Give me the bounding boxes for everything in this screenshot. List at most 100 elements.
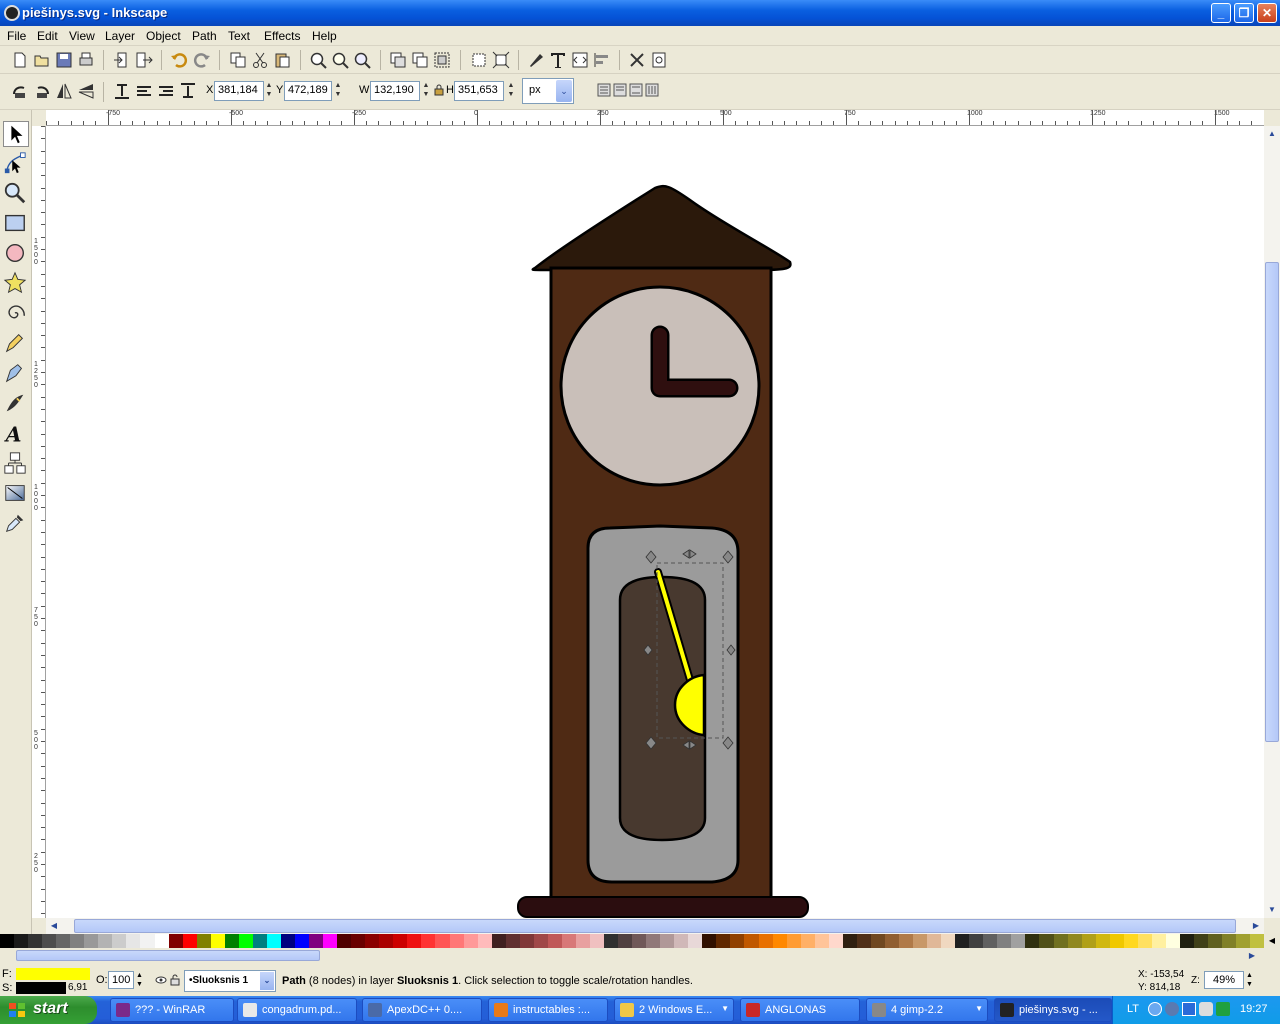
palette-swatch[interactable] bbox=[702, 934, 717, 948]
flip-vertical-icon[interactable] bbox=[77, 82, 95, 100]
palette-swatch[interactable] bbox=[899, 934, 914, 948]
palette-swatch[interactable] bbox=[533, 934, 548, 948]
ungroup-icon[interactable] bbox=[470, 51, 488, 69]
palette-swatch[interactable] bbox=[519, 934, 534, 948]
palette-swatch[interactable] bbox=[955, 934, 970, 948]
palette-swatch[interactable] bbox=[786, 934, 801, 948]
layer-visibility-icon[interactable] bbox=[155, 974, 167, 986]
palette-swatch[interactable] bbox=[393, 934, 408, 948]
menu-path[interactable]: Path bbox=[192, 29, 217, 43]
raise-icon[interactable] bbox=[135, 82, 153, 100]
palette-swatch[interactable] bbox=[1081, 934, 1096, 948]
palette-swatch[interactable] bbox=[604, 934, 619, 948]
palette-swatch[interactable] bbox=[70, 934, 85, 948]
task-pdf[interactable]: congadrum.pd... bbox=[237, 998, 357, 1022]
h-field[interactable]: 351,653 bbox=[454, 81, 504, 101]
preferences-icon[interactable] bbox=[628, 51, 646, 69]
palette-swatch[interactable] bbox=[1039, 934, 1054, 948]
palette-swatch[interactable] bbox=[969, 934, 984, 948]
palette-swatch[interactable] bbox=[42, 934, 57, 948]
zoom-tool[interactable] bbox=[3, 181, 29, 207]
task-winrar[interactable]: ??? - WinRAR bbox=[110, 998, 234, 1022]
palette-swatch[interactable] bbox=[575, 934, 590, 948]
text-font-icon[interactable] bbox=[549, 51, 567, 69]
palette-swatch[interactable] bbox=[674, 934, 689, 948]
palette-swatch[interactable] bbox=[856, 934, 871, 948]
lock-icon[interactable] bbox=[434, 84, 444, 96]
palette-swatch[interactable] bbox=[1123, 934, 1138, 948]
palette-scroll-thumb[interactable] bbox=[16, 950, 320, 961]
xml-editor-icon[interactable] bbox=[571, 51, 589, 69]
palette-swatch[interactable] bbox=[927, 934, 942, 948]
zoom-drawing-icon[interactable] bbox=[331, 51, 349, 69]
palette-swatch[interactable] bbox=[814, 934, 829, 948]
open-icon[interactable] bbox=[33, 51, 51, 69]
palette-swatch[interactable] bbox=[561, 934, 576, 948]
clock-roof[interactable] bbox=[531, 184, 792, 272]
align-icon[interactable] bbox=[593, 51, 611, 69]
rotate-cw-icon[interactable] bbox=[33, 82, 51, 100]
pen-tool[interactable] bbox=[3, 361, 29, 387]
raise-to-top-icon[interactable] bbox=[113, 82, 131, 100]
lower-to-bottom-icon[interactable] bbox=[179, 82, 197, 100]
inkscape-app-icon[interactable] bbox=[4, 5, 20, 21]
text-tool[interactable]: A bbox=[3, 421, 29, 447]
maximize-button[interactable]: ❐ bbox=[1234, 3, 1254, 23]
rectangle-tool[interactable] bbox=[3, 211, 29, 237]
language-indicator[interactable]: LT bbox=[1127, 1003, 1139, 1015]
lower-icon[interactable] bbox=[157, 82, 175, 100]
palette-swatch[interactable] bbox=[1025, 934, 1040, 948]
palette-swatch[interactable] bbox=[351, 934, 366, 948]
palette-swatch[interactable] bbox=[196, 934, 211, 948]
cut-icon[interactable] bbox=[251, 51, 269, 69]
palette-swatch[interactable] bbox=[547, 934, 562, 948]
ellipse-tool[interactable] bbox=[3, 241, 29, 267]
unlink-clone-icon[interactable] bbox=[411, 51, 429, 69]
palette-swatch[interactable] bbox=[449, 934, 464, 948]
undo-icon[interactable] bbox=[170, 51, 188, 69]
palette-swatch[interactable] bbox=[0, 934, 15, 948]
fill-stroke-icon[interactable] bbox=[527, 51, 545, 69]
palette-swatch[interactable] bbox=[14, 934, 29, 948]
palette-swatch[interactable] bbox=[1179, 934, 1194, 948]
palette-swatch[interactable] bbox=[294, 934, 310, 948]
selector-tool[interactable] bbox=[3, 121, 29, 147]
palette-swatch[interactable] bbox=[983, 934, 998, 948]
star-tool[interactable] bbox=[3, 271, 29, 297]
export-icon[interactable] bbox=[135, 51, 153, 69]
task-inkscape[interactable]: piešinys.svg - ... bbox=[994, 998, 1112, 1022]
pencil-tool[interactable] bbox=[3, 331, 29, 357]
paste-icon[interactable] bbox=[273, 51, 291, 69]
palette-swatch[interactable] bbox=[407, 934, 422, 948]
palette-swatch[interactable] bbox=[140, 934, 155, 948]
horizontal-scroll-thumb[interactable] bbox=[74, 919, 1236, 933]
save-icon[interactable] bbox=[55, 51, 73, 69]
horizontal-scrollbar[interactable]: ◀ ▶ bbox=[46, 918, 1264, 934]
palette-swatch[interactable] bbox=[1193, 934, 1209, 948]
w-field[interactable]: 132,190 bbox=[370, 81, 420, 101]
connector-tool[interactable] bbox=[3, 451, 29, 477]
scroll-up-icon[interactable]: ▲ bbox=[1264, 126, 1280, 142]
palette-swatch[interactable] bbox=[1250, 934, 1265, 948]
palette-swatch[interactable] bbox=[772, 934, 787, 948]
rotate-ccw-icon[interactable] bbox=[11, 82, 29, 100]
palette-swatch[interactable] bbox=[730, 934, 745, 948]
stroke-indicator[interactable] bbox=[16, 982, 66, 994]
palette-swatch[interactable] bbox=[1236, 934, 1251, 948]
tray-apexdc-icon[interactable] bbox=[1165, 1002, 1179, 1016]
tray-back-icon[interactable] bbox=[1148, 1002, 1162, 1016]
menu-edit[interactable]: Edit bbox=[37, 29, 58, 43]
opacity-spinner[interactable]: ▲ ▼ bbox=[136, 971, 146, 989]
import-icon[interactable] bbox=[113, 51, 131, 69]
palette-swatch[interactable] bbox=[1222, 934, 1237, 948]
dropper-tool[interactable] bbox=[3, 511, 29, 537]
task-gimp[interactable]: 4 gimp-2.2 ▼ bbox=[866, 998, 988, 1022]
h-spinner[interactable]: ▲ ▼ bbox=[506, 81, 516, 101]
palette-swatch[interactable] bbox=[870, 934, 885, 948]
horizontal-ruler[interactable]: -750-500-2500250500750100012501500 bbox=[46, 110, 1264, 126]
task-windows-explorer[interactable]: 2 Windows E... ▼ bbox=[614, 998, 734, 1022]
palette-swatch[interactable] bbox=[941, 934, 956, 948]
move-patterns-icon[interactable] bbox=[645, 83, 659, 97]
palette-swatch[interactable] bbox=[379, 934, 394, 948]
palette-swatch[interactable] bbox=[323, 934, 338, 948]
